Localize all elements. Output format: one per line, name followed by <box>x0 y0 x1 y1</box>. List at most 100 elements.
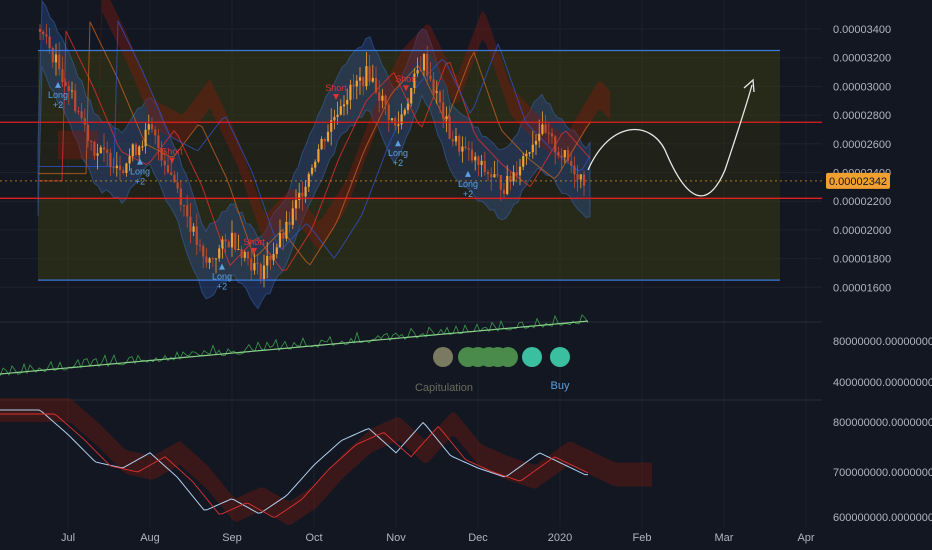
candle-body <box>262 265 266 279</box>
candle-body <box>64 82 67 86</box>
candle-body <box>506 175 509 194</box>
candle-body <box>474 156 477 161</box>
candle-body <box>406 103 410 110</box>
candle-body <box>288 221 291 225</box>
candle-body <box>429 75 432 80</box>
candle-body <box>301 192 304 197</box>
candle-body <box>499 175 502 190</box>
signal-bubble <box>550 347 570 367</box>
candle-body <box>42 31 45 35</box>
candle-body <box>109 152 112 168</box>
candle-body <box>483 160 486 173</box>
candle-body <box>58 54 61 70</box>
candle-body <box>371 77 374 82</box>
candle-body <box>502 189 506 194</box>
candle-body <box>554 136 557 152</box>
candle-body <box>230 232 234 248</box>
candle-body <box>374 77 378 93</box>
candle-body <box>445 116 448 119</box>
candle-body <box>198 245 202 247</box>
candle-body <box>208 258 211 263</box>
candle-body <box>144 129 147 147</box>
candle-body <box>294 200 298 209</box>
candle-body <box>381 95 384 101</box>
candle-body <box>96 153 99 156</box>
candle-body <box>342 104 346 107</box>
price-tick-label: 0.00002600 <box>833 139 891 151</box>
candle-body <box>125 163 128 174</box>
candle-body <box>291 208 294 225</box>
candle-body <box>70 90 74 92</box>
candle-body <box>387 104 390 121</box>
chart-canvas[interactable]: Long+2ShortLong+2ShortLong+2ShortShortLo… <box>0 0 932 550</box>
candle-body <box>320 138 323 150</box>
candle-body <box>202 245 205 257</box>
signal-sub-label: +2 <box>53 100 63 110</box>
signal-label: Long <box>458 179 478 189</box>
candle-body <box>560 155 563 158</box>
candle-body <box>326 131 330 142</box>
candle-body <box>186 205 189 217</box>
candle-body <box>90 140 93 142</box>
candle-body <box>128 156 131 164</box>
candle-body <box>189 216 192 232</box>
candle-body <box>579 174 582 180</box>
volume-tick-label: 80000000.00000000 <box>833 336 932 348</box>
candle-body <box>86 124 90 141</box>
candle-body <box>349 84 352 100</box>
candle-body <box>576 174 579 180</box>
candle-body <box>538 133 541 141</box>
candle-body <box>214 258 218 260</box>
time-tick-label: Dec <box>468 532 488 544</box>
candle-body <box>179 188 182 205</box>
candle-body <box>83 118 86 125</box>
signal-label: Long <box>388 148 408 158</box>
time-tick-label: Nov <box>386 532 406 544</box>
candle-body <box>442 102 445 119</box>
signal-label: Long <box>212 272 232 282</box>
candle-body <box>211 258 214 260</box>
candle-body <box>365 66 368 87</box>
candle-body <box>54 54 58 63</box>
candle-body <box>115 165 118 169</box>
candle-body <box>541 124 544 134</box>
candle-body <box>256 263 259 265</box>
candle-body <box>275 247 278 254</box>
signal-label: Long <box>48 90 68 100</box>
candle-body <box>333 116 336 121</box>
price-tick-label: 0.00002200 <box>833 196 891 208</box>
candle-body <box>102 147 106 150</box>
time-tick-label: 2020 <box>548 532 572 544</box>
time-tick-label: Mar <box>715 532 734 544</box>
candle-body <box>566 149 570 161</box>
candle-body <box>563 149 566 158</box>
candle-body <box>547 132 550 134</box>
candle-body <box>461 146 464 152</box>
price-tick-label: 0.00003400 <box>833 24 891 36</box>
candle-body <box>99 147 102 154</box>
candle-body <box>154 129 157 136</box>
volume-tick-label: 40000000.00000000 <box>833 377 932 389</box>
candle-body <box>157 135 160 149</box>
candle-body <box>192 226 195 232</box>
candle-body <box>438 91 442 103</box>
candle-body <box>403 109 406 115</box>
candle-body <box>352 84 355 87</box>
candle-body <box>227 241 230 248</box>
time-tick-label: Oct <box>305 532 322 544</box>
price-tick-label: 0.00002800 <box>833 110 891 122</box>
current-price-label: 0.00002342 <box>829 176 887 188</box>
candle-body <box>234 232 237 250</box>
candle-body <box>490 174 493 178</box>
candle-body <box>336 114 339 117</box>
signal-label: Short <box>395 74 417 84</box>
candle-body <box>314 161 317 168</box>
candle-body <box>240 249 243 258</box>
candle-body <box>112 167 115 169</box>
capitulation-label: Capitulation <box>415 382 473 394</box>
candle-body <box>378 92 381 101</box>
candle-body <box>205 256 208 263</box>
price-tick-label: 0.00001600 <box>833 282 891 294</box>
time-tick-label: Aug <box>140 532 160 544</box>
candle-body <box>138 146 141 156</box>
